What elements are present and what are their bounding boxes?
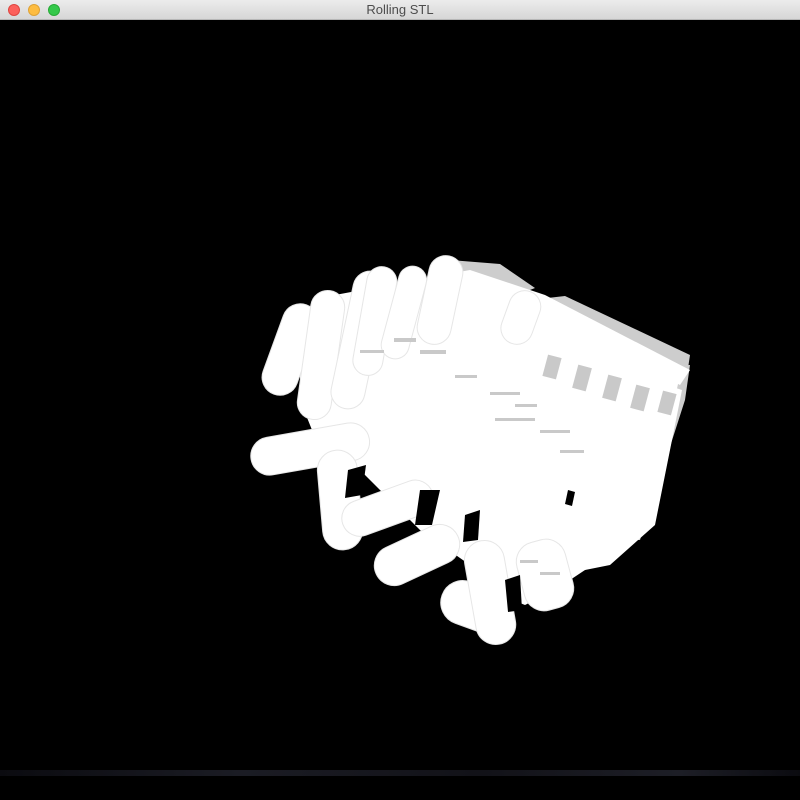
window-title: Rolling STL [366,2,434,17]
app-window: Rolling STL [0,0,800,800]
viewport-bottom-edge [0,770,800,776]
title-bar[interactable]: Rolling STL [0,0,800,20]
render-viewport[interactable] [0,20,800,800]
stl-model-render [250,255,690,645]
